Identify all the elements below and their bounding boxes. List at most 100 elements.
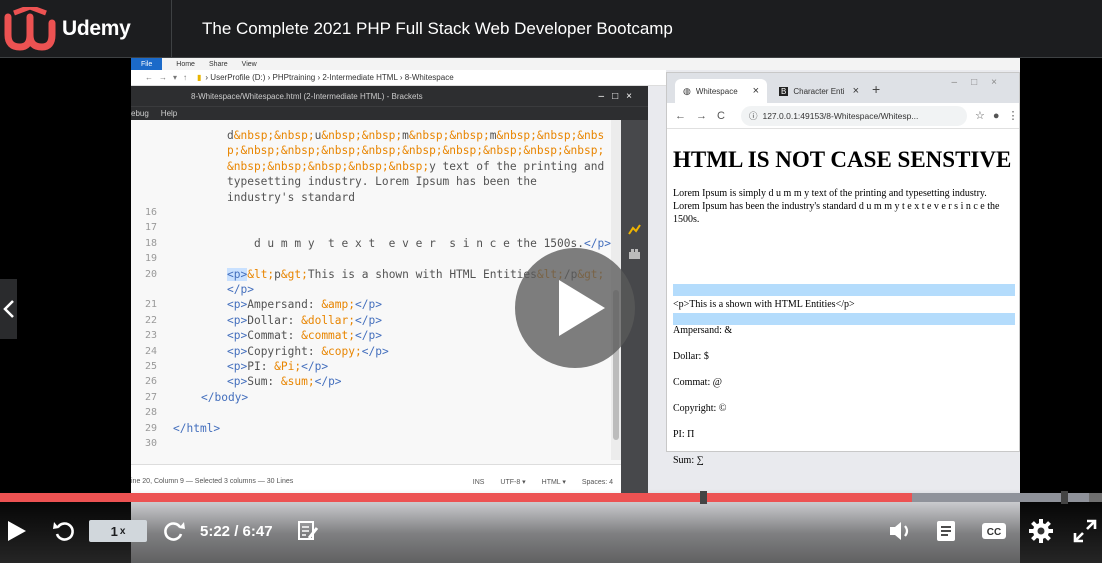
selection-highlight [673, 313, 1015, 325]
window-controls-icon: –□× [951, 77, 1011, 88]
line-text: <p>PI: &Pi;</p> [227, 360, 329, 373]
chrome-tab-strip: ◍ Whitespace × B Character Enti × + –□× [667, 73, 1019, 103]
line-number: 21 [144, 299, 157, 311]
explorer-menu-view: View [241, 60, 257, 68]
code-line: typesetting industry. Lorem Ipsum has be… [131, 174, 609, 189]
line-text: <p>Copyright: &copy;</p> [227, 344, 389, 358]
line-text: &nbsp;&nbsp;&nbsp;&nbsp;&nbsp;y text of … [227, 159, 605, 173]
captions-button[interactable]: CC [980, 514, 1008, 548]
bookmark-favicon-icon: B [779, 86, 789, 96]
code-line: 30 [131, 436, 609, 451]
line-text: d&nbsp;&nbsp;u&nbsp;&nbsp;m&nbsp;&nbsp;m… [227, 129, 605, 142]
udemy-logo[interactable]: Udemy [0, 0, 172, 58]
svg-text:CC: CC [987, 527, 1001, 538]
explorer-ribbon: File Home Share View [131, 58, 1020, 70]
code-line: p;&nbsp;&nbsp;&nbsp;&nbsp;&nbsp;&nbsp;&n… [131, 143, 609, 158]
udemy-logo-icon [4, 6, 56, 51]
explorer-nav-arrows-icon: ←→▾↑ [145, 73, 194, 82]
forward-5-button[interactable] [162, 514, 186, 548]
close-icon: × [852, 85, 859, 97]
pi-line: PI: Π [673, 429, 695, 440]
video-stage[interactable]: File Home Share View ←→▾↑ ▮ › UserProfil… [0, 58, 1102, 563]
rendered-page: HTML IS NOT CASE SENSTIVE Lorem Ipsum is… [667, 147, 1019, 469]
brackets-menu-help: Help [160, 109, 178, 118]
rewind-5-button[interactable] [52, 514, 76, 548]
line-number: 30 [144, 438, 157, 449]
chrome-tab-whitespace-label: Whitespace [695, 86, 738, 96]
speed-value: 1 [110, 523, 118, 539]
chrome-window: ◍ Whitespace × B Character Enti × + –□× … [666, 72, 1020, 466]
code-line: d&nbsp;&nbsp;u&nbsp;&nbsp;m&nbsp;&nbsp;m… [131, 128, 609, 143]
progress-bar[interactable] [0, 491, 1102, 504]
line-text: industry's standard [227, 190, 355, 204]
bookmark-marker[interactable] [700, 491, 707, 504]
code-line: 28 [131, 405, 609, 420]
line-number: 17 [144, 222, 157, 234]
live-preview-icon [628, 224, 641, 235]
chrome-toolbar: ←→C ⓘ 127.0.0.1:49153/8-Whitespace/White… [667, 103, 1019, 129]
chrome-tab-character-entities: B Character Enti × [771, 79, 867, 103]
ampersand-line: Ampersand: & [673, 325, 733, 336]
line-number: 16 [144, 207, 157, 218]
line-number: 22 [144, 314, 157, 326]
settings-button[interactable] [1028, 514, 1054, 548]
code-line: 26 <p>Sum: &sum;</p> [131, 374, 609, 389]
line-number: 29 [144, 422, 157, 434]
play-button[interactable] [6, 514, 28, 548]
volume-icon [890, 522, 909, 540]
previous-lecture-button[interactable] [0, 279, 17, 339]
playback-speed-button[interactable]: 1 x [89, 514, 147, 548]
code-line: 25 <p>PI: &Pi;</p> [131, 359, 609, 374]
udemy-course-player: Udemy The Complete 2021 PHP Full Stack W… [0, 0, 1102, 563]
explorer-address-bar: ←→▾↑ ▮ › UserProfile (D:) › PHPtraining … [131, 70, 666, 86]
expand-icon [1073, 519, 1097, 543]
lorem-paragraph: Lorem Ipsum is simply d u m m y text of … [673, 188, 1000, 225]
fullscreen-button[interactable] [1072, 514, 1098, 548]
chrome-tab-character-entities-label: Character Enti [793, 86, 845, 96]
volume-button[interactable] [888, 514, 914, 548]
code-line: industry's standard [131, 190, 609, 205]
status-ins: INS [472, 478, 485, 486]
course-title[interactable]: The Complete 2021 PHP Full Stack Web Dev… [202, 19, 673, 39]
bookmark-marker[interactable] [1061, 491, 1068, 504]
line-number: 28 [144, 407, 157, 419]
time-text: 5:22 / 6:47 [200, 522, 273, 540]
play-icon [559, 280, 605, 336]
nav-buttons-icon: ←→C [675, 109, 735, 122]
globe-icon: ◍ [683, 85, 691, 96]
captions-icon: CC [982, 523, 1006, 539]
explorer-menu-home: Home [176, 60, 195, 68]
page-heading: HTML IS NOT CASE SENSTIVE [673, 147, 1012, 172]
line-number: 24 [144, 345, 157, 357]
sum-line: Sum: ∑ [673, 455, 704, 466]
add-note-button[interactable] [297, 514, 319, 548]
play-overlay-button[interactable] [515, 248, 635, 368]
code-line: 16 [131, 205, 609, 220]
dollar-line: Dollar: $ [673, 351, 709, 362]
extension-manager-icon [629, 249, 640, 259]
line-text: <p>Dollar: &dollar;</p> [227, 313, 382, 327]
progress-played [0, 493, 913, 502]
explorer-path-text: › UserProfile (D:) › PHPtraining › 2-Int… [205, 73, 454, 82]
line-text: <p>Commat: &commat;</p> [227, 329, 382, 343]
status-language: HTML ▾ [541, 478, 566, 486]
line-text: p;&nbsp;&nbsp;&nbsp;&nbsp;&nbsp;&nbsp;&n… [227, 144, 605, 158]
brackets-menu-bar: ebug Help [131, 106, 648, 120]
line-number: 25 [144, 361, 157, 372]
line-text: <p>Ampersand: &amp;</p> [227, 298, 382, 312]
new-tab-icon: + [872, 81, 881, 97]
note-edit-icon [298, 521, 319, 540]
chrome-tab-whitespace: ◍ Whitespace × [675, 79, 767, 103]
code-line: &nbsp;&nbsp;&nbsp;&nbsp;&nbsp;y text of … [131, 159, 609, 174]
window-controls-icon: –□× [598, 90, 640, 102]
address-bar: ⓘ 127.0.0.1:49153/8-Whitespace/Whitesp..… [740, 105, 967, 126]
line-number: 18 [144, 237, 157, 249]
line-text: typesetting industry. Lorem Ipsum has be… [227, 175, 537, 189]
close-icon: × [752, 85, 759, 97]
transcript-button[interactable] [934, 514, 960, 548]
status-spaces: Spaces: 4 [581, 478, 613, 486]
brackets-menu-debug: ebug [131, 109, 149, 118]
top-header: Udemy The Complete 2021 PHP Full Stack W… [0, 0, 1102, 58]
line-number: 26 [144, 376, 157, 388]
line-text: </p> [227, 283, 254, 296]
